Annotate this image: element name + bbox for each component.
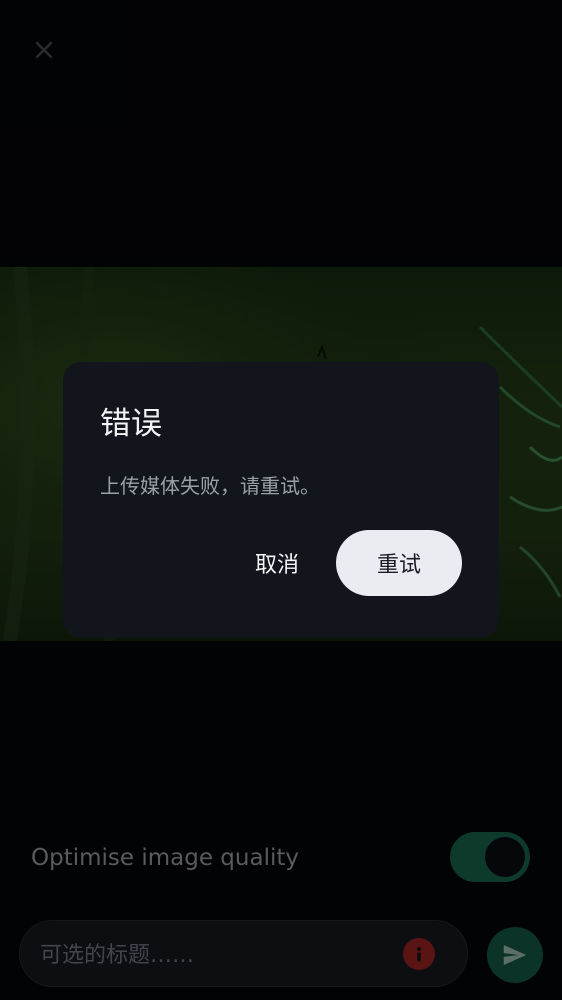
caption-field [19, 920, 468, 987]
send-button[interactable] [487, 927, 543, 983]
optimise-quality-toggle[interactable] [450, 832, 530, 882]
info-icon[interactable] [403, 938, 435, 970]
send-icon [503, 945, 527, 965]
retry-button[interactable]: 重试 [336, 530, 462, 596]
toggle-knob [485, 837, 525, 877]
error-dialog: 错误 上传媒体失败，请重试。 取消 重试 [63, 362, 499, 638]
dialog-message: 上传媒体失败，请重试。 [100, 474, 320, 498]
optimise-quality-label: Optimise image quality [31, 845, 299, 871]
caption-input[interactable] [38, 937, 382, 973]
dialog-title: 错误 [100, 406, 162, 442]
cancel-button[interactable]: 取消 [235, 530, 319, 596]
optimise-quality-row: Optimise image quality [0, 826, 562, 890]
